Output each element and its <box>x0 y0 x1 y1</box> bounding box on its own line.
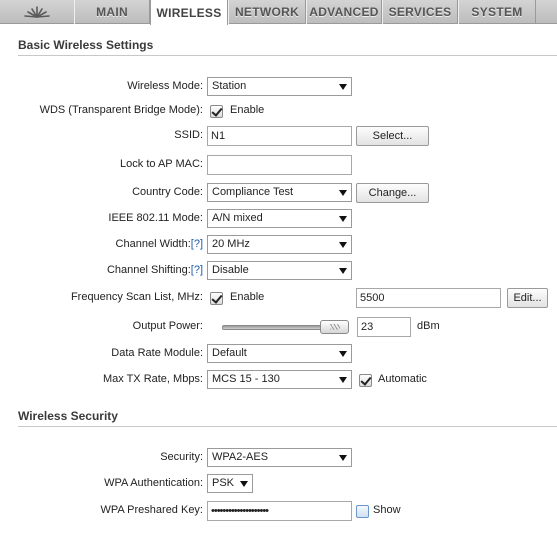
wpa-key-label: WPA Preshared Key: <box>100 504 203 516</box>
channel-shifting-help-link[interactable]: [?] <box>191 264 203 276</box>
wpa-authentication-row: WPA Authentication: PSK <box>0 474 557 494</box>
ssid-input[interactable]: N1 <box>207 126 352 146</box>
lock-ap-mac-input[interactable] <box>207 155 352 175</box>
channel-shifting-label-text: Channel Shifting: <box>106 264 191 276</box>
frequency-scan-input[interactable]: 5500 <box>356 288 501 308</box>
ieee-mode-select[interactable]: A/N mixed <box>207 209 352 228</box>
tab-network[interactable]: NETWORK <box>228 0 306 24</box>
ubiquiti-logo-icon[interactable] <box>0 0 74 24</box>
basic-wireless-settings-title: Basic Wireless Settings <box>18 38 154 52</box>
output-power-label: Output Power: <box>132 320 203 332</box>
security-label: Security: <box>160 451 203 463</box>
wpa-authentication-select[interactable]: PSK <box>207 474 253 493</box>
security-select[interactable]: WPA2-AES <box>207 448 352 467</box>
data-rate-module-label: Data Rate Module: <box>111 347 203 359</box>
channel-width-row: Channel Width:[?] 20 MHz <box>0 235 557 255</box>
output-power-unit: dBm <box>417 320 440 332</box>
ieee-mode-row: IEEE 802.11 Mode: A/N mixed <box>0 209 557 229</box>
automatic-text: Automatic <box>378 373 427 385</box>
output-power-slider-handle[interactable] <box>320 320 349 334</box>
wds-row: WDS (Transparent Bridge Mode): Enable <box>0 101 557 121</box>
wireless-mode-select[interactable]: Station <box>207 77 352 96</box>
section-divider <box>18 55 557 56</box>
wpa-authentication-label: WPA Authentication: <box>104 477 203 489</box>
output-power-row: Output Power: 23 dBm <box>0 317 557 337</box>
dropdown-arrow-icon <box>339 242 347 248</box>
country-code-row: Country Code: Compliance Test Change... <box>0 183 557 203</box>
ssid-label: SSID: <box>174 129 203 141</box>
max-tx-rate-label: Max TX Rate, Mbps: <box>102 373 203 385</box>
ieee-mode-value: A/N mixed <box>212 212 263 224</box>
ieee-mode-label: IEEE 802.11 Mode: <box>108 212 203 224</box>
max-tx-rate-value: MCS 15 - 130 <box>212 373 280 385</box>
dropdown-arrow-icon <box>339 351 347 357</box>
lock-ap-mac-label: Lock to AP MAC: <box>120 158 203 170</box>
country-code-select[interactable]: Compliance Test <box>207 183 352 202</box>
frequency-scan-label: Frequency Scan List, MHz: <box>70 291 203 303</box>
wpa-authentication-value: PSK <box>212 477 235 489</box>
channel-shifting-row: Channel Shifting:[?] Disable <box>0 261 557 281</box>
frequency-scan-enable-checkbox[interactable] <box>210 292 223 305</box>
dropdown-arrow-icon <box>339 455 347 461</box>
wds-enable-text: Enable <box>230 104 265 116</box>
country-code-label: Country Code: <box>132 186 203 198</box>
automatic-checkbox[interactable] <box>359 374 372 387</box>
ssid-select-button[interactable]: Select... <box>356 126 429 146</box>
data-rate-module-select[interactable]: Default <box>207 344 352 363</box>
frequency-scan-edit-button[interactable]: Edit... <box>507 288 548 308</box>
dropdown-arrow-icon <box>339 377 347 383</box>
tab-advanced[interactable]: ADVANCED <box>306 0 382 24</box>
channel-shifting-value: Disable <box>212 264 249 276</box>
lock-ap-mac-row: Lock to AP MAC: <box>0 155 557 175</box>
grip-icon <box>330 324 340 330</box>
security-row: Security: WPA2-AES <box>0 448 557 468</box>
country-code-value: Compliance Test <box>212 186 294 198</box>
wireless-mode-row: Wireless Mode: Station <box>0 77 557 97</box>
wds-label: WDS (Transparent Bridge Mode): <box>39 104 203 116</box>
show-key-text: Show <box>373 504 401 516</box>
channel-shifting-label: Channel Shifting:[?] <box>107 264 203 276</box>
output-power-input[interactable]: 23 <box>357 317 411 337</box>
tab-services[interactable]: SERVICES <box>382 0 458 24</box>
top-navigation: MAIN WIRELESS NETWORK ADVANCED SERVICES … <box>0 0 557 25</box>
wpa-key-input[interactable]: •••••••••••••••••••• <box>207 501 352 521</box>
tab-main[interactable]: MAIN <box>74 0 150 24</box>
section-divider <box>18 426 557 427</box>
channel-width-value: 20 MHz <box>212 238 250 250</box>
security-value: WPA2-AES <box>212 451 269 463</box>
dropdown-arrow-icon <box>339 268 347 274</box>
dropdown-arrow-icon <box>339 216 347 222</box>
data-rate-module-row: Data Rate Module: Default <box>0 344 557 364</box>
country-code-change-button[interactable]: Change... <box>356 183 429 203</box>
wireless-mode-label: Wireless Mode: <box>127 80 203 92</box>
max-tx-rate-select[interactable]: MCS 15 - 130 <box>207 370 352 389</box>
channel-width-label: Channel Width:[?] <box>116 238 203 250</box>
ssid-row: SSID: N1 Select... <box>0 126 557 146</box>
dropdown-arrow-icon <box>240 481 248 487</box>
wpa-key-row: WPA Preshared Key: •••••••••••••••••••• … <box>0 501 557 521</box>
wireless-security-title: Wireless Security <box>18 409 118 423</box>
max-tx-rate-row: Max TX Rate, Mbps: MCS 15 - 130 Automati… <box>0 370 557 390</box>
wireless-mode-value: Station <box>212 80 247 92</box>
frequency-scan-enable-text: Enable <box>230 291 265 303</box>
data-rate-module-value: Default <box>212 347 247 359</box>
channel-width-help-link[interactable]: [?] <box>191 238 203 250</box>
dropdown-arrow-icon <box>339 190 347 196</box>
frequency-scan-row: Frequency Scan List, MHz: Enable 5500 Ed… <box>0 288 557 308</box>
channel-width-select[interactable]: 20 MHz <box>207 235 352 254</box>
channel-shifting-select[interactable]: Disable <box>207 261 352 280</box>
channel-width-label-text: Channel Width: <box>115 238 191 250</box>
tab-system[interactable]: SYSTEM <box>458 0 536 24</box>
dropdown-arrow-icon <box>339 84 347 90</box>
wds-enable-checkbox[interactable] <box>210 105 223 118</box>
tab-wireless[interactable]: WIRELESS <box>150 0 228 25</box>
show-key-checkbox[interactable] <box>356 505 369 518</box>
